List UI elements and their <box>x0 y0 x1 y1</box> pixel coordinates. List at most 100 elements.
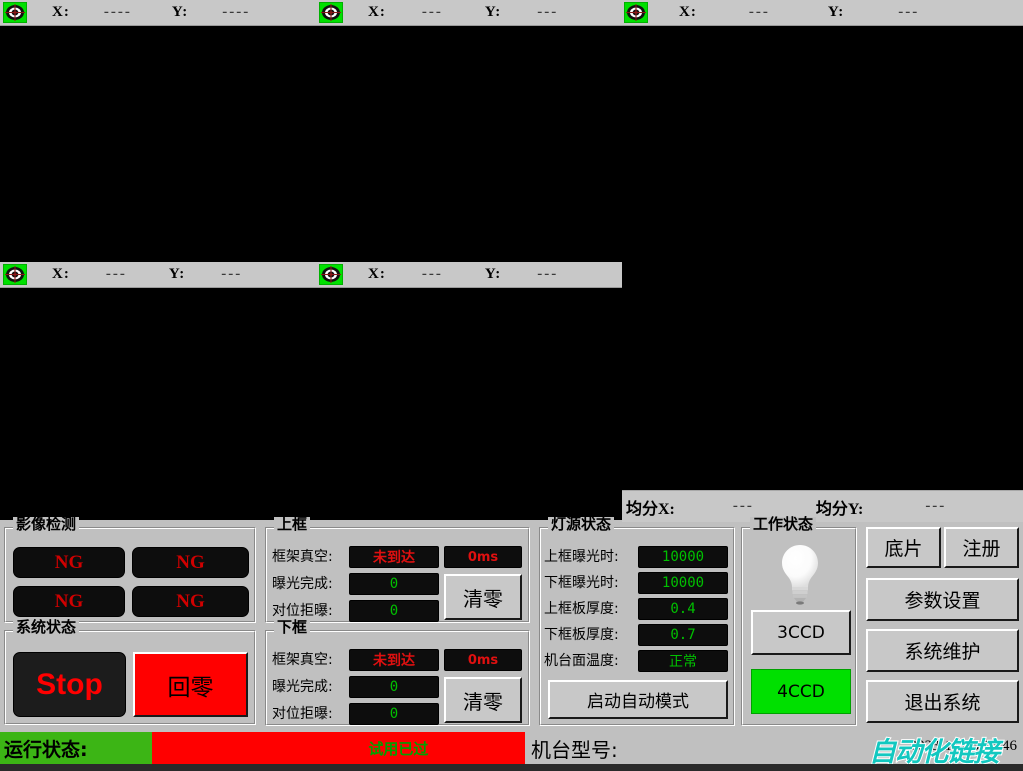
crosshair-target-icon[interactable] <box>3 264 27 285</box>
image-detection-title: 影像检测 <box>13 517 79 532</box>
image-detection-group: 影像检测 NG NG NG NG <box>4 527 256 623</box>
average-x-label: 均分X: <box>626 495 675 519</box>
camera-2-x-label: X: <box>368 4 386 21</box>
camera-panel-3[interactable]: X: --- Y: --- <box>622 0 1023 490</box>
run-state-label: 运行状态: <box>0 732 152 764</box>
stop-button[interactable]: Stop <box>13 652 126 717</box>
lower-frame-exposure-done-label: 曝光完成: <box>272 676 333 698</box>
system-status-title: 系统状态 <box>13 620 79 635</box>
camera-1-x-value: ---- <box>104 4 132 21</box>
lamp-status-title: 灯源状态 <box>548 517 614 532</box>
average-coordinate-bar: 均分X: --- 均分Y: --- <box>622 490 1023 522</box>
camera-3-video-view[interactable] <box>622 26 1023 490</box>
lamp-row-4-value: 0.7 <box>638 624 728 646</box>
lower-frame-group: 下框 框架真空: 未到达 0ms 曝光完成: 0 对位拒曝: 0 清零 <box>265 630 530 726</box>
camera-5-x-value: --- <box>422 266 443 283</box>
camera-2-header: X: --- Y: --- <box>311 0 622 26</box>
run-state-value: 试用已过 <box>152 732 525 764</box>
camera-3-x-value: --- <box>749 4 770 21</box>
status-bar: 运行状态: 试用已过 机台型号: 2023-11-13 15:46 <box>0 732 1023 764</box>
light-bulb-icon <box>778 543 822 605</box>
lamp-row-3-label: 上框板厚度: <box>544 598 619 620</box>
upper-frame-exposure-done-value: 0 <box>349 573 439 595</box>
upper-frame-align-reject-value: 0 <box>349 600 439 622</box>
ccd3-button[interactable]: 3CCD <box>751 610 851 655</box>
camera-2-x-value: --- <box>422 4 443 21</box>
lamp-row-5-value: 正常 <box>638 650 728 672</box>
camera-5-y-value: --- <box>537 266 558 283</box>
parameter-settings-button[interactable]: 参数设置 <box>866 578 1019 621</box>
upper-frame-group: 上框 框架真空: 未到达 0ms 曝光完成: 0 对位拒曝: 0 清零 <box>265 527 530 623</box>
camera-1-x-label: X: <box>52 4 70 21</box>
upper-frame-vacuum-time: 0ms <box>444 546 522 568</box>
camera-4-video-view[interactable] <box>0 288 311 520</box>
lamp-row-1-value: 10000 <box>638 546 728 568</box>
camera-4-y-value: --- <box>221 266 242 283</box>
image-detection-result-2: NG <box>132 547 249 578</box>
image-detection-result-4: NG <box>132 586 249 617</box>
system-status-group: 系统状态 Stop 回零 <box>4 630 256 725</box>
camera-2-video-view[interactable] <box>311 26 622 262</box>
register-button[interactable]: 注册 <box>944 527 1019 568</box>
upper-frame-clear-button[interactable]: 清零 <box>444 574 522 620</box>
upper-frame-vacuum-value: 未到达 <box>349 546 439 568</box>
lamp-row-4-label: 下框板厚度: <box>544 624 619 646</box>
ccd4-button[interactable]: 4CCD <box>751 669 851 714</box>
camera-panel-5[interactable]: X: --- Y: --- <box>311 262 622 520</box>
image-detection-result-1: NG <box>13 547 125 578</box>
camera-5-header: X: --- Y: --- <box>311 262 622 288</box>
lamp-row-2-value: 10000 <box>638 572 728 594</box>
system-maintenance-button[interactable]: 系统维护 <box>866 629 1019 672</box>
crosshair-target-icon[interactable] <box>319 264 343 285</box>
upper-frame-vacuum-label: 框架真空: <box>272 546 333 568</box>
camera-1-header: X: ---- Y: ---- <box>0 0 311 26</box>
lower-frame-vacuum-label: 框架真空: <box>272 649 333 671</box>
camera-3-y-value: --- <box>898 4 919 21</box>
camera-1-y-value: ---- <box>222 4 250 21</box>
exit-system-button[interactable]: 退出系统 <box>866 680 1019 723</box>
camera-4-y-label: Y: <box>169 266 185 283</box>
image-detection-result-3: NG <box>13 586 125 617</box>
exposure-machine-control-app: X: ---- Y: ---- X: --- Y: --- <box>0 0 1023 771</box>
average-y-value: --- <box>925 498 946 515</box>
lamp-row-5-label: 机台面温度: <box>544 650 619 672</box>
camera-2-y-label: Y: <box>485 4 501 21</box>
lower-frame-exposure-done-value: 0 <box>349 676 439 698</box>
lower-frame-title: 下框 <box>274 620 310 635</box>
lower-frame-align-reject-value: 0 <box>349 703 439 725</box>
average-x-value: --- <box>733 498 754 515</box>
camera-3-x-label: X: <box>679 4 697 21</box>
datetime-display: 2023-11-13 15:46 <box>910 738 1017 755</box>
crosshair-target-icon[interactable] <box>3 2 27 23</box>
bottom-edge-strip <box>0 764 1023 771</box>
camera-4-x-value: --- <box>106 266 127 283</box>
camera-5-y-label: Y: <box>485 266 501 283</box>
camera-3-header: X: --- Y: --- <box>622 0 1023 26</box>
upper-frame-title: 上框 <box>274 517 310 532</box>
lamp-row-2-label: 下框曝光时: <box>544 572 619 594</box>
camera-1-y-label: Y: <box>172 4 188 21</box>
lower-frame-vacuum-value: 未到达 <box>349 649 439 671</box>
crosshair-target-icon[interactable] <box>624 2 648 23</box>
camera-panel-2[interactable]: X: --- Y: --- <box>311 0 622 262</box>
camera-1-video-view[interactable] <box>0 26 311 262</box>
film-button[interactable]: 底片 <box>866 527 941 568</box>
upper-frame-exposure-done-label: 曝光完成: <box>272 573 333 595</box>
lamp-status-group: 灯源状态 上框曝光时: 10000 下框曝光时: 10000 上框板厚度: 0.… <box>539 527 735 726</box>
lamp-row-1-label: 上框曝光时: <box>544 546 619 568</box>
work-status-title: 工作状态 <box>750 517 816 532</box>
camera-2-y-value: --- <box>537 4 558 21</box>
camera-panel-1[interactable]: X: ---- Y: ---- <box>0 0 311 262</box>
start-auto-mode-button[interactable]: 启动自动模式 <box>548 680 728 719</box>
camera-panel-4[interactable]: X: --- Y: --- <box>0 262 311 520</box>
lower-frame-clear-button[interactable]: 清零 <box>444 677 522 723</box>
crosshair-target-icon[interactable] <box>319 2 343 23</box>
lower-frame-align-reject-label: 对位拒曝: <box>272 703 333 725</box>
camera-5-x-label: X: <box>368 266 386 283</box>
camera-5-video-view[interactable] <box>311 288 622 520</box>
average-y-label: 均分Y: <box>816 495 863 519</box>
trial-expired-text: 试用已过 <box>368 738 428 759</box>
home-return-button[interactable]: 回零 <box>133 652 248 717</box>
lamp-row-3-value: 0.4 <box>638 598 728 620</box>
camera-4-x-label: X: <box>52 266 70 283</box>
